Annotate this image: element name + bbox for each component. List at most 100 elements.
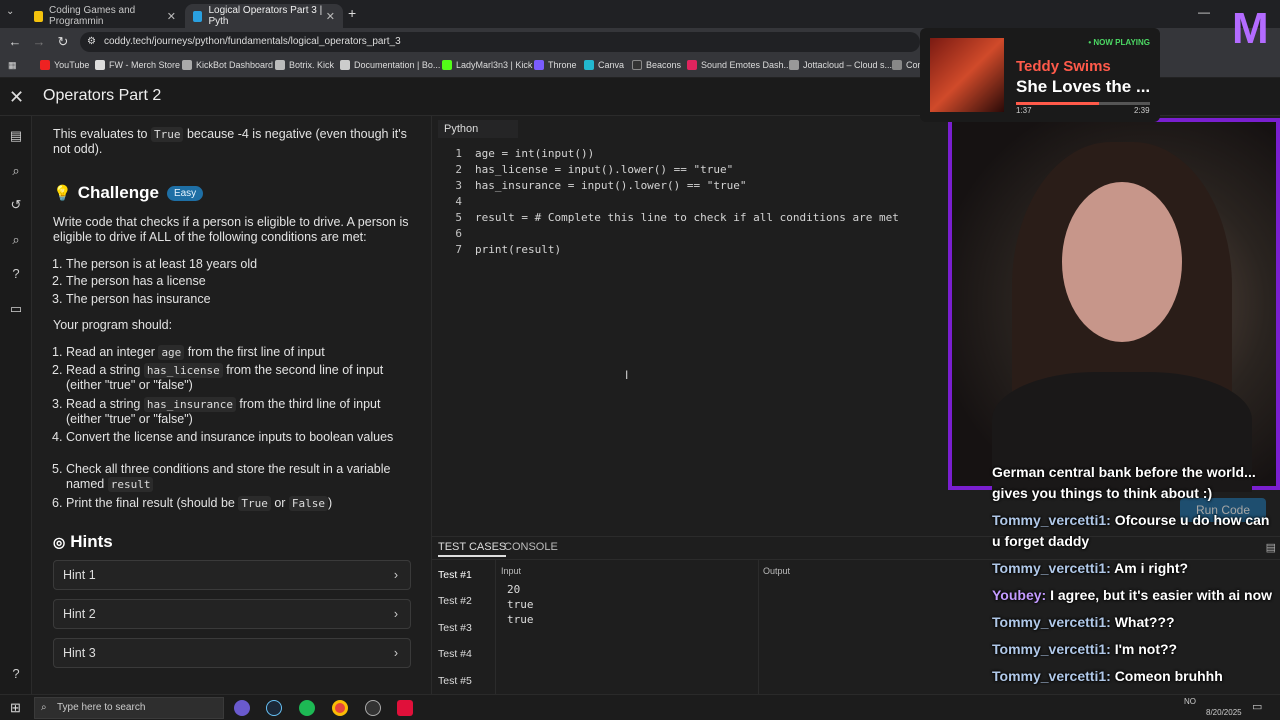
chat-message: Tommy_vercetti1: What??? <box>992 612 1276 633</box>
left-rail: ▤ ⌕ ↺ ⌕ ? ▭ ? <box>0 116 32 694</box>
notifications-icon[interactable]: ▭ <box>1252 700 1262 713</box>
chat-user: Tommy_vercetti1: <box>992 512 1111 528</box>
history-icon[interactable]: ↺ <box>8 197 24 213</box>
streamer-face <box>1062 182 1182 342</box>
hint-1-button[interactable]: Hint 1 › <box>53 560 411 590</box>
bookmark-throne[interactable]: Throne <box>534 60 577 70</box>
now-playing-widget: • NOW PLAYING Teddy Swims She Loves the … <box>920 28 1160 122</box>
code-line[interactable]: age = int(input()) <box>475 147 594 160</box>
browser-tab-coding-games[interactable]: Coding Games and Programmin ✕ <box>26 4 184 28</box>
hint-3-button[interactable]: Hint 3 › <box>53 638 411 668</box>
lightbulb-icon: 💡 <box>53 185 72 202</box>
chrome-icon[interactable] <box>332 700 348 716</box>
bookmark-jottacloud[interactable]: Jottacloud – Cloud s... <box>789 60 892 70</box>
botrix-icon <box>275 60 285 70</box>
chat-text: German central bank before the world... … <box>992 464 1256 501</box>
hint-2-button[interactable]: Hint 2 › <box>53 599 411 629</box>
bookmark-beacons[interactable]: Beacons <box>632 60 681 70</box>
input-label: Input <box>501 566 522 576</box>
test-case-3[interactable]: Test #3 <box>438 622 472 634</box>
test-case-4[interactable]: Test #4 <box>438 648 472 660</box>
obs-icon[interactable] <box>365 700 381 716</box>
test-case-5[interactable]: Test #5 <box>438 675 472 687</box>
chat-text: I'm not?? <box>1114 641 1178 657</box>
bookmark-docs[interactable]: Documentation | Bo... <box>340 60 440 70</box>
coddy-favicon-icon <box>34 10 44 22</box>
code-line[interactable]: has_insurance = input().lower() == "true… <box>475 179 747 192</box>
chat-user: Tommy_vercetti1: <box>992 641 1111 657</box>
new-tab-icon[interactable]: + <box>348 5 356 21</box>
page-title: Operators Part 2 <box>43 87 162 104</box>
search-icon[interactable]: ⌕ <box>8 232 24 248</box>
close-lesson-icon[interactable]: ✕ <box>9 87 24 108</box>
step-text: Print the final result (should be <box>66 496 235 510</box>
help-icon[interactable]: ? <box>8 266 24 282</box>
reload-icon[interactable]: ↻ <box>52 34 74 50</box>
webcam-overlay <box>948 118 1280 492</box>
text-cursor-icon: I <box>625 368 629 382</box>
docs-search-icon[interactable]: ⌕ <box>8 163 24 179</box>
code-line[interactable]: result = # Complete this line to check i… <box>475 211 899 224</box>
bookmark-canva[interactable]: Canva <box>584 60 624 70</box>
close-tab-icon[interactable]: ✕ <box>167 10 176 23</box>
language-tab[interactable]: Python <box>438 120 518 138</box>
copilot-icon[interactable] <box>234 700 250 716</box>
bookmark-youtube[interactable]: YouTube <box>40 60 89 70</box>
forward-icon[interactable]: → <box>28 34 50 49</box>
bookmark-botrix[interactable]: Botrix. Kick <box>275 60 334 70</box>
tab-list-icon[interactable]: ⌄ <box>6 6 14 17</box>
browser-tab-logical-operators[interactable]: Logical Operators Part 3 | Pyth ✕ <box>185 4 343 28</box>
bookmark-merch[interactable]: FW - Merch Store <box>95 60 180 70</box>
bookmark-label: Botrix. Kick <box>289 60 335 70</box>
challenge-description: Write code that checks if a person is el… <box>53 215 409 244</box>
apps-icon[interactable]: ▦ <box>8 60 17 71</box>
search-placeholder: Type here to search <box>57 702 146 713</box>
line-number: 6 <box>455 227 462 240</box>
youtube-icon <box>40 60 50 70</box>
back-icon[interactable]: ← <box>4 34 26 49</box>
kickbot-icon <box>182 60 192 70</box>
question-icon[interactable]: ? <box>8 666 24 682</box>
chat-user: Tommy_vercetti1: <box>992 614 1111 630</box>
close-tab-icon[interactable]: ✕ <box>326 10 335 23</box>
steam-icon[interactable] <box>266 700 282 716</box>
now-playing-badge: • NOW PLAYING <box>1088 38 1150 47</box>
test-case-1[interactable]: Test #1 <box>438 569 472 581</box>
condition-item: 3. The person has insurance <box>52 292 211 306</box>
chat-message: Tommy_vercetti1: Am i right? <box>992 558 1276 579</box>
lesson-panel: This evaluates to True because -4 is neg… <box>33 116 430 694</box>
bookmark-label: FW - Merch Store <box>109 60 181 70</box>
con-icon <box>892 60 902 70</box>
feedback-icon[interactable]: ▭ <box>8 301 24 317</box>
tab-test-cases[interactable]: TEST CASES <box>438 541 507 557</box>
bookmark-label: YouTube <box>54 60 90 70</box>
bookmark-kick[interactable]: LadyMarl3n3 | Kick <box>442 60 532 70</box>
bookmark-label: Documentation | Bo... <box>354 60 441 70</box>
bookmark-sound-emotes[interactable]: Sound Emotes Dash... <box>687 60 791 70</box>
now-playing-title: She Loves the ... <box>1016 77 1151 96</box>
bookmark-kickbot[interactable]: KickBot Dashboard <box>182 60 273 70</box>
step-code: has_insurance <box>143 397 236 412</box>
test-case-2[interactable]: Test #2 <box>438 595 472 607</box>
search-icon: ⌕ <box>41 702 47 713</box>
tab-console[interactable]: CONSOLE <box>504 541 558 553</box>
chat-user: Tommy_vercetti1: <box>992 560 1111 576</box>
hint-label: Hint 3 <box>63 646 96 660</box>
code-line[interactable]: has_license = input().lower() == "true" <box>475 163 733 176</box>
divider <box>758 559 759 695</box>
spotify-icon[interactable] <box>299 700 315 716</box>
now-playing-progress <box>1016 102 1150 105</box>
windows-start-icon[interactable]: ⊞ <box>10 700 21 716</box>
minimize-icon[interactable]: — <box>1198 5 1210 19</box>
site-info-icon[interactable]: ⚙ <box>87 32 96 52</box>
lesson-icon[interactable]: ▤ <box>8 128 24 144</box>
app-icon[interactable] <box>397 700 413 716</box>
bookmark-con[interactable]: Con <box>892 60 923 70</box>
url-bar[interactable]: ⚙ coddy.tech/journeys/python/fundamental… <box>80 32 920 52</box>
windows-taskbar: ⊞ ⌕ Type here to search NO 8/20/2025 ▭ <box>0 694 1280 720</box>
taskbar-date: 8/20/2025 <box>1206 708 1242 717</box>
code-line[interactable]: print(result) <box>475 243 561 256</box>
taskbar-search[interactable]: ⌕ Type here to search <box>34 697 224 719</box>
condition-item: 1. The person is at least 18 years old <box>52 257 258 271</box>
chat-text: What??? <box>1114 614 1175 630</box>
